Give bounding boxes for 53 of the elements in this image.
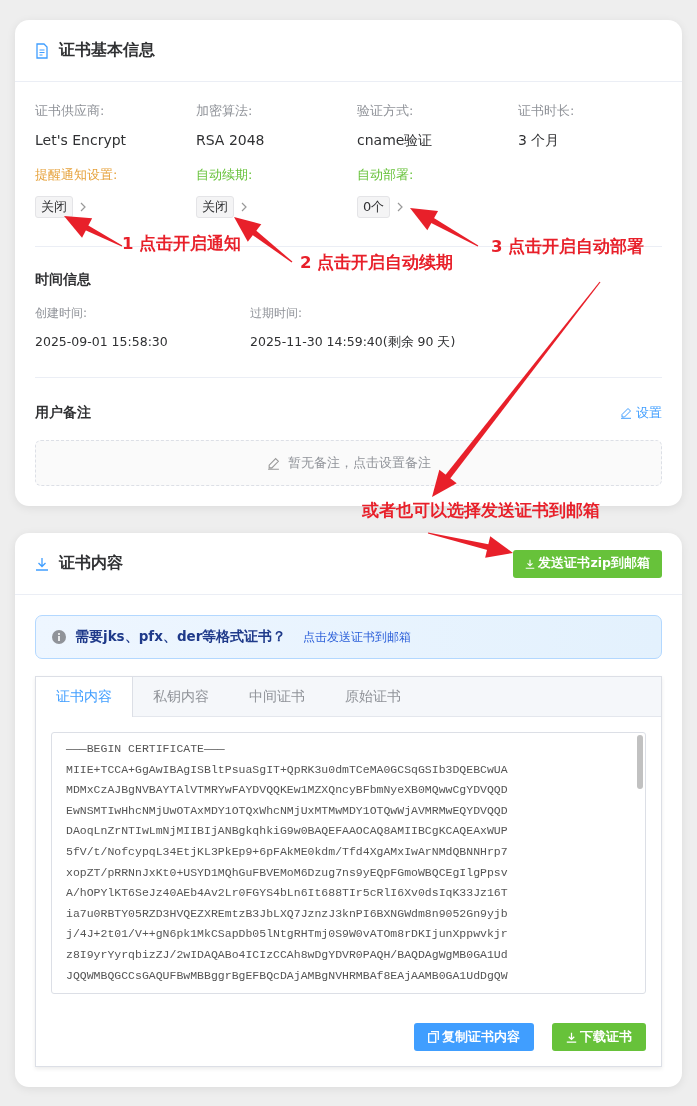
section-title: 时间信息: [35, 271, 91, 289]
field-label: 过期时间:: [250, 305, 304, 322]
field-value: 3 个月: [518, 132, 561, 150]
tab[interactable]: 原始证书: [325, 677, 421, 717]
tab[interactable]: 证书内容: [36, 677, 133, 717]
status-tag[interactable]: 关闭: [35, 196, 73, 218]
empty-remark-area[interactable]: 暂无备注，点击设置备注: [35, 440, 662, 486]
download-icon: [35, 556, 49, 571]
arrow: [410, 208, 479, 247]
chevron-right-icon[interactable]: [80, 202, 86, 212]
download-icon: [566, 1031, 577, 1043]
field-value: 2025-09-01 15:58:30: [35, 334, 169, 349]
field-value: RSA 2048: [196, 132, 266, 148]
scrollbar[interactable]: [637, 735, 643, 789]
card-title: 证书基本信息: [59, 40, 155, 61]
chevron-right-icon[interactable]: [397, 202, 404, 212]
pencil-icon: [620, 407, 632, 419]
settings-link[interactable]: 设置: [620, 404, 662, 422]
annotation-text: 1 点击开启通知: [122, 233, 242, 255]
setting-label: 自动续期:: [196, 166, 254, 184]
certificate-text-area[interactable]: ———BEGIN CERTIFICATE——— MIIE+TCCA+GgAwIBAgISBltPsuaSgIT+QpRK3u0dmTCeMA0GCSqGSIb3DQEBCwUA MDMxCzAJBgNVBAYTAlVTMRYwFAYDVQQKEw1MZXQncyBFbmNyeXB0MQwwCgYDVQQD EwNSMTIwHhcNMjUwOTAxMDY1OTQxWhcNMjUxMTMwMDY1OTQwWjAVMRMwEQYDVQQD DAoqLnZrNTIwLmNjMIIBIjANBgkqhkiG9w0BAQEFAAOCAQ8AMIIBCgKCAQEAxWUP 5fV/t/NofcypqL34EtjKL3PkEp9+6pFAkME0kdm/Tfd4XgAMxIwArNMdQBNNHrp7 xopZT/pRRNnJxKt0+USYD1MQhGuFBVEMoM6Dzug7ns9yEQpFGmoWBQCEgIlgPpsv A/hOPYlKT6SeJz40AEb4Av2Lr0FGYS4bLn6It688TIr5cRlI6Xv0dsIqK33Jz16T ia7u0RBTY05RZD3HVQEZXREmtzB3JbLXQ7JznzJ3knPI6BXNGWdm8n9052Gn9yjb j/4J+2t01/V++gN6pk1MkCSapDb05lNtgRHTmj0S9W0vATOm8rDKIjunXppwvkjr z8I9yrYyrqbizZJ/2wIDAQABo4ICIzCCAh8wDgYDVR0PAQH/BAQDAgWgMB0GA1Ud JQQWMBQGCCsGAQUFBwMBBggrBgEFBQcDAjAMBgNVHRMBAf8EAjAAMB0GA1UdDgQW: [51, 732, 646, 994]
pencil-icon: [266, 456, 280, 470]
field-value: 2025-11-30 14:59:40(剩余 90 天): [250, 334, 457, 351]
field-label: 加密算法:: [196, 102, 254, 120]
status-tag[interactable]: 关闭: [196, 196, 234, 218]
field-label: 创建时间:: [35, 305, 89, 322]
tab[interactable]: 中间证书: [229, 677, 325, 717]
tab[interactable]: 私钥内容: [133, 677, 229, 717]
field-value: Let's Encrypt: [35, 132, 128, 148]
field-label: 验证方式:: [357, 102, 415, 120]
empty-remark-text: 暂无备注，点击设置备注: [287, 454, 431, 472]
annotation-text: 2 点击开启自动续期: [300, 252, 454, 274]
download-icon: [525, 558, 536, 569]
field-label: 证书供应商:: [35, 102, 106, 120]
card-title: 证书内容: [59, 553, 123, 574]
info-icon: [52, 630, 66, 644]
copy-button[interactable]: 复制证书内容: [414, 1023, 534, 1051]
copy-icon: [428, 1031, 439, 1043]
setting-label: 自动部署:: [357, 166, 415, 184]
notice-text: 需要jks、pfx、der等格式证书？: [75, 628, 287, 646]
chevron-right-icon[interactable]: [241, 202, 247, 212]
annotation-text: 或者也可以选择发送证书到邮箱: [362, 500, 600, 522]
document-icon: [35, 42, 49, 59]
annotation-text: 3 点击开启自动部署: [491, 236, 645, 258]
arrow: [64, 216, 123, 247]
setting-label: 提醒通知设置:: [35, 166, 119, 184]
section-title: 用户备注: [35, 404, 91, 422]
download-button[interactable]: 下载证书: [552, 1023, 646, 1051]
status-tag[interactable]: 0个: [357, 196, 391, 218]
send-email-button[interactable]: 发送证书zip到邮箱: [513, 549, 662, 578]
send-email-link[interactable]: 点击发送证书到邮箱: [303, 629, 412, 645]
field-label: 证书时长:: [518, 102, 576, 120]
field-value: cname验证: [357, 132, 434, 150]
